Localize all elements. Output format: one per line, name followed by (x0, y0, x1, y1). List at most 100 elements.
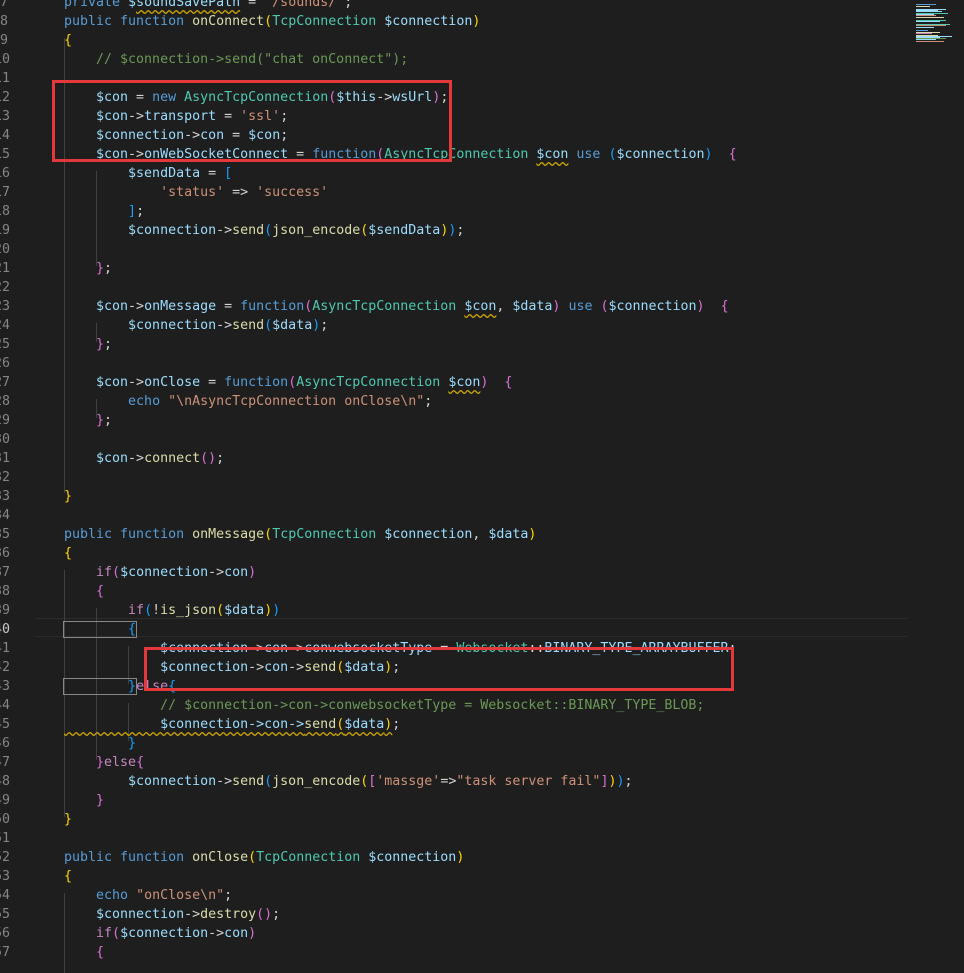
code-line[interactable]: 8 public function onConnect(TcpConnection… (0, 12, 912, 31)
code-token: ( (112, 926, 121, 941)
code-token: $con (64, 451, 129, 466)
code-line[interactable]: 49 } (0, 791, 912, 810)
code-text: // $connection->send("chat onConnect"); (64, 50, 408, 69)
code-text: }; (64, 335, 112, 354)
code-line[interactable]: 21 }; (0, 259, 912, 278)
line-number: 17 (0, 185, 10, 200)
code-line[interactable]: 24 $connection->send($data); (0, 316, 912, 335)
code-line[interactable]: 7 private $soundSavePath = '/sounds/'; (0, 0, 912, 12)
code-text: { (64, 582, 104, 601)
minimap-line (916, 17, 944, 18)
line-number: 11 (0, 71, 10, 86)
code-line[interactable]: 16 $sendData = [ (0, 164, 912, 183)
code-token: echo (128, 394, 169, 409)
code-line[interactable]: 18 ]; (0, 202, 912, 221)
line-number: 46 (0, 736, 10, 751)
code-line[interactable]: 54 echo "onClose\n"; (0, 886, 912, 905)
code-token: } (64, 261, 105, 276)
code-line[interactable]: 48 $connection->send(json_encode(['massg… (0, 772, 912, 791)
code-token: TcpConnection (256, 850, 369, 865)
code-line[interactable]: 10 // $connection->send("chat onConnect"… (0, 50, 912, 69)
code-line[interactable]: 45 $connection->con->send($data); (0, 715, 912, 734)
code-line[interactable]: 29 }; (0, 411, 912, 430)
code-token: ( (264, 774, 273, 789)
code-line[interactable]: 28 echo "\nAsyncTcpConnection onClose\n"… (0, 392, 912, 411)
line-number: 15 (0, 147, 10, 162)
code-token: use (568, 299, 601, 314)
code-line[interactable]: 52 public function onClose(TcpConnection … (0, 848, 912, 867)
minimap-line (916, 15, 936, 16)
code-token: = (200, 375, 225, 390)
code-token: $connection (120, 565, 209, 580)
code-line[interactable]: 31 $con->connect(); (0, 449, 912, 468)
code-line[interactable]: 34 (0, 506, 912, 525)
code-token: $connection (616, 147, 705, 162)
code-text: }else{ (64, 753, 144, 772)
line-number: 29 (0, 413, 10, 428)
code-token: { (504, 375, 513, 390)
code-line[interactable]: 27 $con->onClose = function(AsyncTcpConn… (0, 373, 912, 392)
code-token: $con (536, 147, 569, 162)
code-token: = (240, 0, 265, 10)
code-line[interactable]: 26 (0, 354, 912, 373)
code-token: "task server fail" (456, 774, 601, 789)
code-token: $con (464, 299, 497, 314)
code-line[interactable]: 17 'status' => 'success' (0, 183, 912, 202)
code-line[interactable]: 55 $connection->destroy(); (0, 905, 912, 924)
code-line[interactable]: 22 (0, 278, 912, 297)
code-line[interactable]: 40 { (0, 620, 912, 639)
code-token: ] (64, 204, 137, 219)
code-line[interactable]: 25 }; (0, 335, 912, 354)
code-line[interactable]: 46 } (0, 734, 912, 753)
code-token: $connection (608, 299, 697, 314)
line-number: 27 (0, 375, 10, 390)
code-line[interactable]: 57 { (0, 943, 912, 962)
code-line[interactable]: 20 (0, 240, 912, 259)
code-token: destroy (200, 907, 257, 922)
code-token: soundSavePath (136, 0, 241, 10)
code-line[interactable]: 39 if(!is_json($data)) (0, 601, 912, 620)
minimap-line (916, 6, 930, 7)
code-token: ; (224, 888, 233, 903)
minimap-line (916, 27, 934, 28)
code-line[interactable]: 37 if($connection->con) (0, 563, 912, 582)
code-text: private $soundSavePath = '/sounds/'; (64, 0, 352, 12)
code-token: = (200, 166, 225, 181)
code-token: $con (448, 375, 481, 390)
code-line[interactable]: 32 (0, 468, 912, 487)
code-line[interactable]: 30 (0, 430, 912, 449)
code-token: ! (152, 603, 161, 618)
code-text: } (64, 487, 72, 506)
minimap[interactable] (912, 0, 964, 964)
code-token: onMessage (144, 299, 217, 314)
code-token: ) (528, 527, 537, 542)
code-line[interactable]: 47 }else{ (0, 753, 912, 772)
code-text: $con->connect(); (64, 449, 224, 468)
code-line[interactable]: 38 { (0, 582, 912, 601)
line-number: 26 (0, 356, 10, 371)
line-number: 14 (0, 128, 10, 143)
code-line[interactable]: 9{ (0, 31, 912, 50)
code-text: } (64, 734, 136, 753)
code-line[interactable]: 56 if($connection->con) (0, 924, 912, 943)
code-token: $data (272, 318, 313, 333)
line-number: 23 (0, 299, 10, 314)
code-token: $data (488, 527, 529, 542)
code-line[interactable]: 50} (0, 810, 912, 829)
code-token: ( (288, 375, 297, 390)
code-token: $data (224, 603, 265, 618)
code-token: ; (392, 717, 401, 732)
code-text: }; (64, 259, 112, 278)
code-line[interactable]: 44 // $connection->con->conwebsocketType… (0, 696, 912, 715)
code-line[interactable]: 35 public function onMessage(TcpConnectio… (0, 525, 912, 544)
code-token: { (64, 945, 105, 960)
code-line[interactable]: 36 { (0, 544, 912, 563)
code-text: { (64, 943, 104, 962)
code-line[interactable]: 53 { (0, 867, 912, 886)
line-number: 55 (0, 907, 10, 922)
code-line[interactable]: 23 $con->onMessage = function(AsyncTcpCo… (0, 297, 912, 316)
code-line[interactable]: 51 (0, 829, 912, 848)
code-line[interactable]: 33} (0, 487, 912, 506)
code-line[interactable]: 19 $connection->send(json_encode($sendDa… (0, 221, 912, 240)
